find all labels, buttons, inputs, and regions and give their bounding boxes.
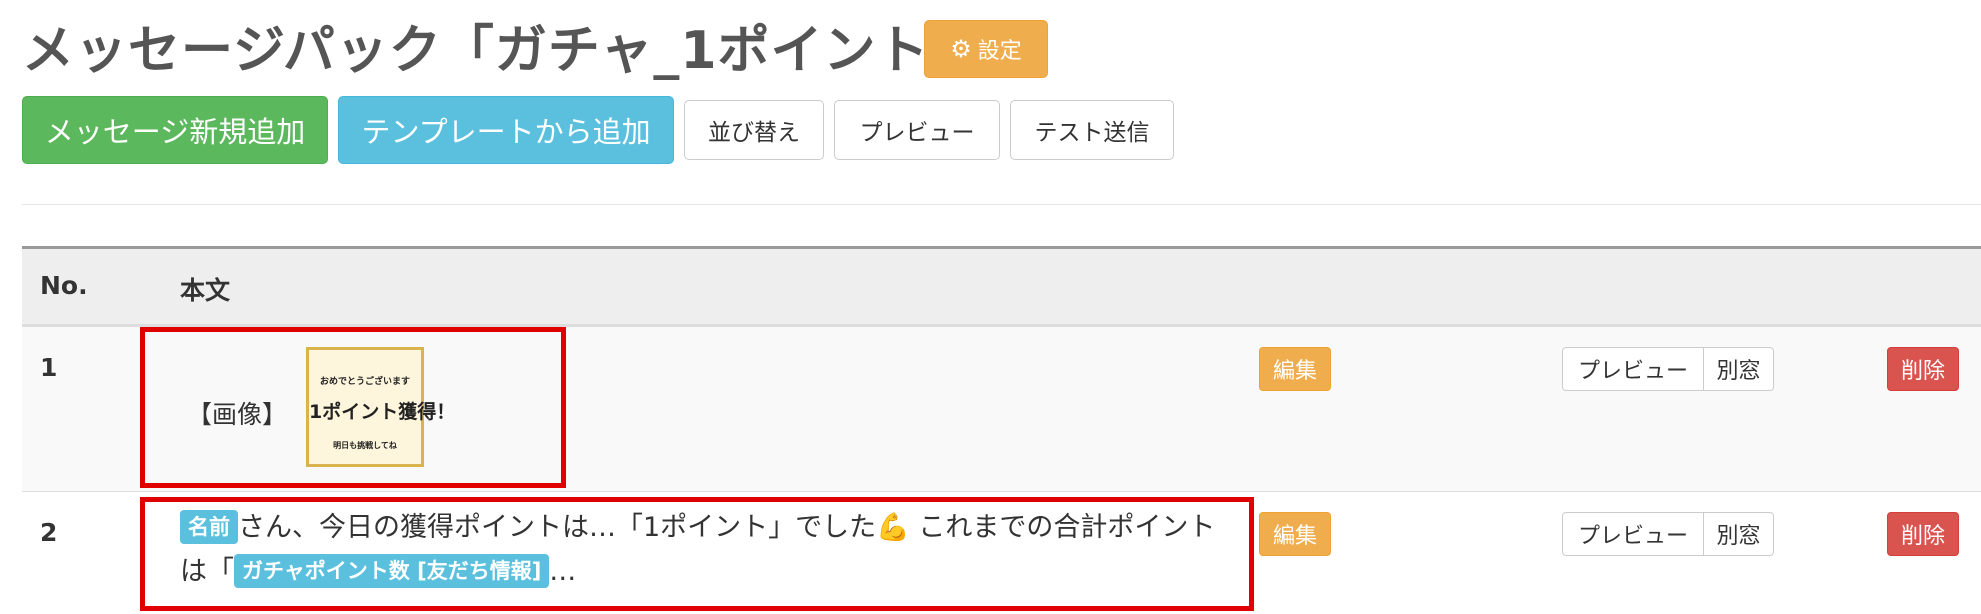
message-image-thumbnail[interactable]: おめでとうございます 1ポイント獲得！ 明日も挑戦してね <box>306 347 456 467</box>
page-title: メッセージパック「ガチャ_1ポイント」 <box>22 21 983 81</box>
column-header-body: 本文 <box>180 276 231 305</box>
message-text-part: さん、今日の獲得ポイントは…「1ポイント」でした <box>238 512 877 543</box>
delete-button[interactable]: 削除 <box>1887 512 1959 556</box>
open-new-window-button[interactable]: 別窓 <box>1704 512 1774 556</box>
preview-button[interactable]: プレビュー <box>834 100 1000 160</box>
test-send-button[interactable]: テスト送信 <box>1010 100 1174 160</box>
row-preview-button[interactable]: プレビュー <box>1562 347 1704 391</box>
message-text: 名前 さん、今日の獲得ポイントは…「1ポイント」でした💪 これまでの合計ポイントは… <box>180 506 1238 594</box>
name-variable-tag: 名前 <box>180 510 238 544</box>
open-new-window-button[interactable]: 別窓 <box>1704 347 1774 391</box>
flexed-biceps-icon: 💪 <box>876 512 910 543</box>
settings-label: 設定 <box>977 39 1022 64</box>
table-row: 2 名前 さん、今日の獲得ポイントは…「1ポイント」でした💪 これまでの合計ポイン… <box>22 492 1981 611</box>
row-preview-button[interactable]: プレビュー <box>1562 512 1704 556</box>
edit-button[interactable]: 編集 <box>1259 512 1331 556</box>
thumbnail-text-3: 明日も挑戦してね <box>333 441 397 450</box>
column-header-no: No. <box>40 271 88 300</box>
settings-button[interactable]: ⚙ 設定 <box>924 20 1048 78</box>
image-type-label: 【画像】 <box>187 400 288 429</box>
thumbnail-text-2: 1ポイント獲得！ <box>309 401 456 423</box>
divider <box>22 204 1981 205</box>
sort-button[interactable]: 並び替え <box>684 100 824 160</box>
add-from-template-button[interactable]: テンプレートから追加 <box>338 96 674 164</box>
toolbar: メッセージ新規追加 テンプレートから追加 並び替え プレビュー テスト送信 <box>22 96 1174 164</box>
row-number: 2 <box>40 518 58 547</box>
thumbnail-text-1: おめでとうございます <box>319 377 410 387</box>
edit-button[interactable]: 編集 <box>1259 347 1331 391</box>
preview-button-group: プレビュー 別窓 <box>1562 347 1774 391</box>
table-row: 1 【画像】 おめでとうございます 1ポイント獲得！ 明日も挑戦してね 編集 プ… <box>22 327 1981 492</box>
message-table: No. 本文 1 【画像】 おめでとうございます 1ポイント獲得！ 明日も挑戦し… <box>22 246 1981 611</box>
row-number: 1 <box>40 353 58 382</box>
preview-button-group: プレビュー 別窓 <box>1562 512 1774 556</box>
message-text-ellipsis: … <box>549 556 577 587</box>
points-variable-tag: ガチャポイント数 [友だち情報] <box>234 554 550 588</box>
gear-icon: ⚙ <box>950 35 972 63</box>
new-message-button[interactable]: メッセージ新規追加 <box>22 96 328 164</box>
delete-button[interactable]: 削除 <box>1887 347 1959 391</box>
table-header: No. 本文 <box>22 249 1981 327</box>
